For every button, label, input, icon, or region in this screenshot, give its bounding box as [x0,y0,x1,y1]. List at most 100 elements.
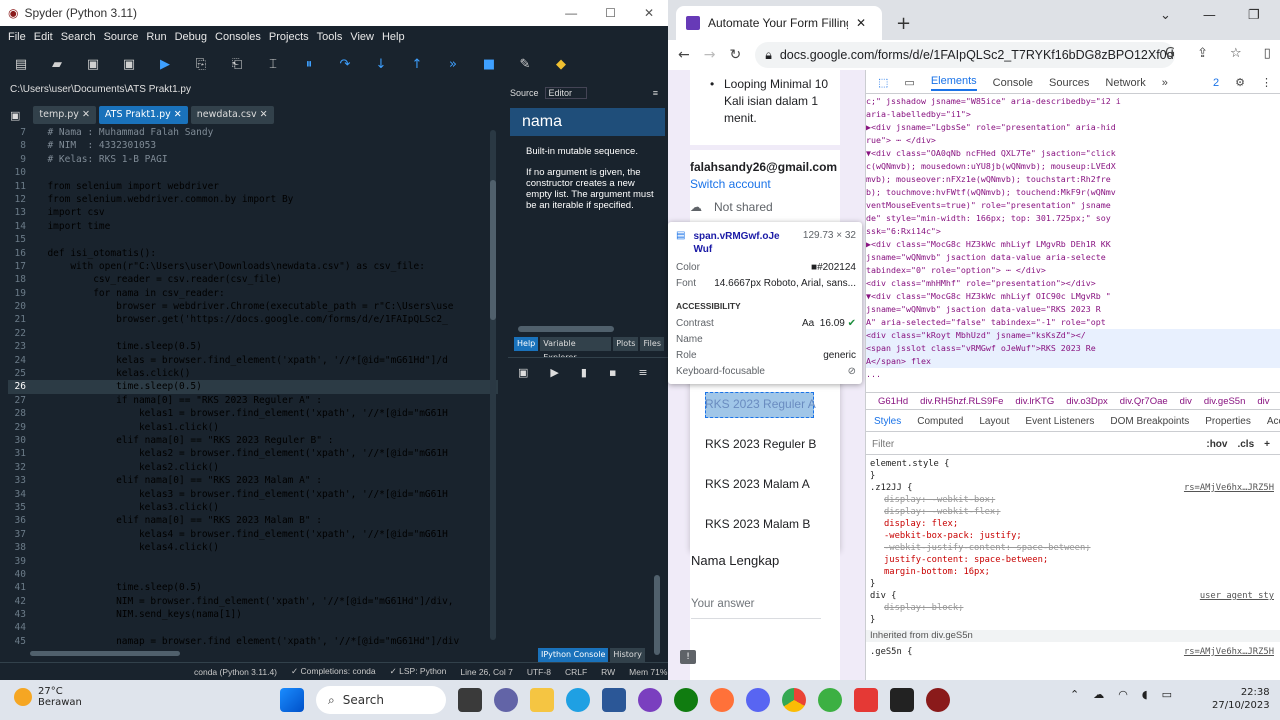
help-scrollbar[interactable] [518,326,614,332]
feedback-icon[interactable]: ! [680,650,696,664]
dom-line[interactable]: <div class="mhHMhf" role="presentation">… [866,277,1280,290]
run-cell-advance-icon[interactable]: ⎗ [228,57,246,72]
tab-close-icon[interactable]: ✕ [79,109,90,120]
devtools-tab[interactable]: Sources [1049,77,1089,89]
terminal-icon[interactable] [890,688,914,712]
dom-line[interactable]: ssk="6:Rxi14c"> [866,225,1280,238]
continue-icon[interactable]: » [444,57,462,72]
dom-line[interactable]: rue"> ⋯ </div> [866,134,1280,147]
omnibox[interactable]: 🔒︎ docs.google.com/forms/d/e/1FAIpQLSc2_… [755,42,1176,68]
editor-scrollbar-thumb[interactable] [490,180,496,320]
volume-icon[interactable]: ◖ [1142,688,1148,701]
app-red-icon[interactable] [854,688,878,712]
run-selection-icon[interactable]: ⌶ [264,57,282,72]
open-folder-icon[interactable]: ▰ [48,57,66,72]
styles-tab[interactable]: Acc [1267,416,1280,427]
console-clear-icon[interactable]: ▪ [609,366,616,379]
browse-tabs-icon[interactable]: ▣ [10,109,20,122]
new-file-icon[interactable]: ▤ [12,57,30,72]
xbox-icon[interactable] [674,688,698,712]
menu-item-file[interactable]: File [8,31,26,43]
menu-icon[interactable]: ≡ [653,88,668,98]
maximize-button[interactable]: ☐ [605,6,616,20]
edge-icon[interactable] [566,688,590,712]
menu-item-projects[interactable]: Projects [269,31,309,43]
styles-tab[interactable]: Computed [917,416,963,427]
spyder-taskbar-icon[interactable] [926,688,950,712]
dom-line[interactable]: b); touchmove:hvFWtf(wQNmvb); touchend:M… [866,186,1280,199]
python-path-icon[interactable]: ◆ [552,57,570,72]
file-tab[interactable]: temp.py ✕ [33,106,96,124]
sidebar-icon[interactable]: ▯ [1264,46,1271,61]
dom-line[interactable]: de" style="min-width: 166px; top: 301.72… [866,212,1280,225]
google-icon[interactable]: G [1165,46,1175,61]
dom-line[interactable]: <div class="kRoyt MbhUzd" jsname="ksKsZd… [866,329,1280,342]
dom-line[interactable]: <span jsslot class="vRMGwf oJeWuf">RKS 2… [866,342,1280,355]
console-tab[interactable]: History [610,648,645,662]
style-source-link[interactable]: user agent sty [1200,590,1280,602]
dom-line[interactable]: A</span> flex [866,355,1280,368]
save-all-icon[interactable]: ▣ [120,57,138,72]
run-icon[interactable]: ▶ [156,57,174,72]
chevron-up-icon[interactable]: ⌃ [1070,688,1079,701]
source-select[interactable]: Editor [544,87,588,99]
taskbar-search[interactable]: ⌕ Search [316,686,446,714]
dom-line[interactable]: ... [866,368,1280,381]
clock[interactable]: 22:38 27/10/2023 [1212,686,1270,712]
back-icon[interactable]: ← [678,47,690,63]
breadcrumb-item[interactable]: div.RH5hzf.RLS9Fe [920,396,1003,407]
breadcrumb-item[interactable]: G61Hd [878,396,908,407]
cls-button[interactable]: .cls [1237,439,1254,450]
devtools-tab[interactable]: Console [993,77,1033,89]
menu-item-debug[interactable]: Debug [175,31,207,43]
dom-line[interactable]: ▶<div jsname="LgbsSe" role="presentation… [866,121,1280,134]
console-run-icon[interactable]: ▶ [550,366,558,379]
step-over-icon[interactable]: ↷ [336,57,354,72]
close-button[interactable]: ✕ [644,6,654,20]
tab-close-icon[interactable]: ✕ [257,109,268,120]
breadcrumb-item[interactable]: div.o3Dpx [1066,396,1108,407]
dom-line[interactable]: ▼<div class="OA0qNb ncFHed QXL7Te" jsact… [866,147,1280,160]
store-icon[interactable] [602,688,626,712]
devtools-tab[interactable]: Elements [930,75,977,91]
start-windows-icon[interactable] [280,688,304,712]
dom-line[interactable]: jsname="wQNmvb" jsaction data-value aria… [866,251,1280,264]
style-source-link[interactable]: rs=AMjVe6hx…JRZ5H [1184,646,1280,658]
minimize-button[interactable]: — [1203,8,1216,23]
share-icon[interactable]: ⇪ [1197,46,1208,61]
restore-button[interactable]: ❐ [1248,8,1260,23]
help-tab[interactable]: Files [640,337,664,351]
firefox-icon[interactable] [710,688,734,712]
menu-item-source[interactable]: Source [104,31,139,43]
breadcrumb-item[interactable]: div.geS5n [1204,396,1246,407]
dom-line[interactable]: tabindex="0" role="option"> ⋯ </div> [866,264,1280,277]
tab-close-icon[interactable]: ✕ [856,16,866,30]
forward-icon[interactable]: → [704,47,716,63]
dom-line[interactable]: A" aria-selected="false" tabindex="-1" r… [866,316,1280,329]
dom-line[interactable]: ventMouseEvents=true)" role="presentatio… [866,199,1280,212]
file-tab[interactable]: newdata.csv ✕ [190,106,274,124]
more-tabs-icon[interactable]: » [1162,77,1168,89]
app-green-icon[interactable] [818,688,842,712]
teams-icon[interactable] [494,688,518,712]
save-icon[interactable]: ▣ [84,57,102,72]
issues-badge[interactable]: 2 [1213,77,1219,89]
step-out-icon[interactable]: ↑ [408,57,426,72]
run-cell-icon[interactable]: ⎘ [192,57,210,72]
tab-search-icon[interactable]: ⌄ [1160,8,1171,23]
dom-line[interactable]: ▼<div class="MocG8c HZ3kWc mhLiyf OIC90c… [866,290,1280,303]
dom-line[interactable]: c;" jsshadow jsname="W85ice" aria-descri… [866,95,1280,108]
menu-item-edit[interactable]: Edit [34,31,53,43]
breadcrumb-item[interactable]: div [1180,396,1192,407]
wifi-icon[interactable]: ◠ [1118,688,1128,701]
discord-icon[interactable] [746,688,770,712]
editor-hscrollbar[interactable] [30,651,180,656]
option-reguler-a[interactable]: RKS 2023 Reguler A [705,397,816,411]
console-scrollbar[interactable] [654,575,660,655]
filter-input[interactable]: Filter [872,439,894,450]
menu-item-run[interactable]: Run [146,31,166,43]
dom-line[interactable]: aria-labelledby="i1"> [866,108,1280,121]
console-menu-icon[interactable]: ≡ [638,366,647,379]
styles-tab[interactable]: Styles [874,416,901,427]
style-source-link[interactable]: rs=AMjVe6hx…JRZ5H [1184,482,1280,494]
